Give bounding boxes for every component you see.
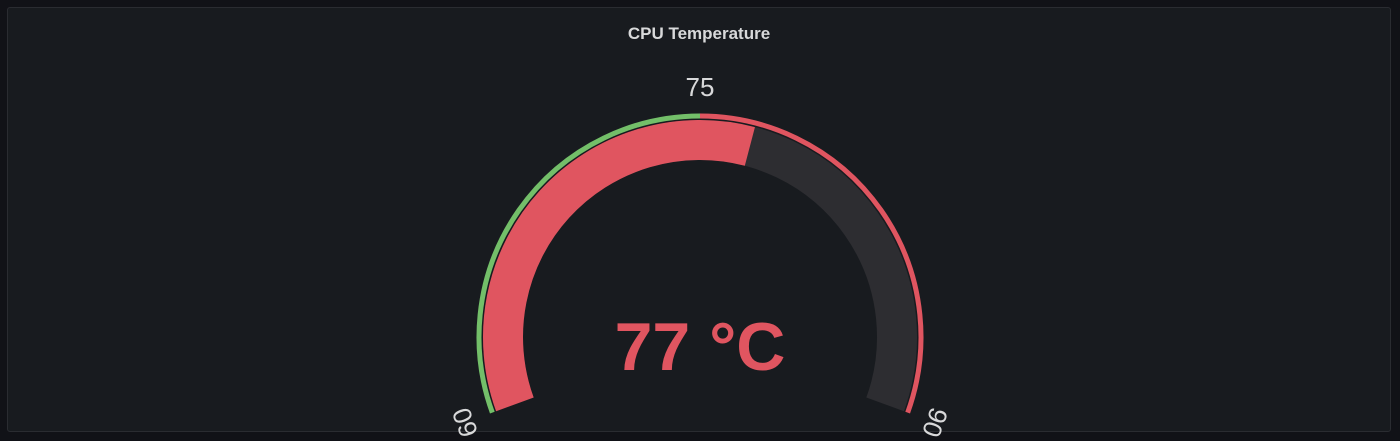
threshold-label-min: 60: [446, 404, 484, 441]
gauge-chart: 60 75 90 77 °C: [446, 72, 954, 441]
gauge-value: 77 °C: [615, 309, 786, 385]
threshold-label-mid: 75: [686, 72, 715, 102]
threshold-label-max: 90: [916, 404, 954, 441]
